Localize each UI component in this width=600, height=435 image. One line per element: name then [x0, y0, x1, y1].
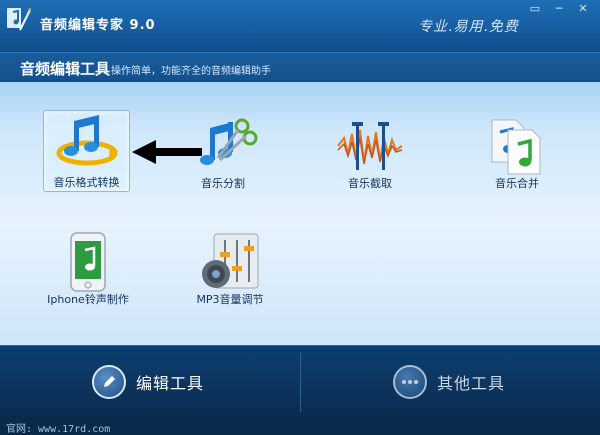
- bottom-nav: 编辑工具 其他工具: [0, 345, 600, 418]
- pencil-icon: [92, 365, 126, 399]
- tool-label: 音乐合并: [495, 177, 539, 190]
- tool-music-trim[interactable]: 音乐截取: [320, 112, 420, 202]
- website-link[interactable]: 官网: www.17rd.com: [6, 420, 110, 435]
- more-dots-icon: [393, 365, 427, 399]
- tool-label: Iphone铃声制作: [47, 293, 129, 306]
- section-title: 音频编辑工具: [20, 60, 111, 78]
- status-bar: 官网: www.17rd.com: [0, 417, 600, 435]
- close-button[interactable]: ✕: [572, 2, 594, 16]
- tool-music-convert[interactable]: 音乐格式转换: [43, 110, 130, 192]
- section-header: 音频编辑工具 操作简单，功能齐全的音频编辑助手: [0, 52, 600, 83]
- tool-label: 音乐截取: [348, 177, 392, 190]
- app-window: 音频编辑专家 9.0 专业.易用.免费 ▭ ─ ✕ 音频编辑工具 操作简单，功能…: [0, 0, 600, 435]
- title-bar: 音频编辑专家 9.0 专业.易用.免费 ▭ ─ ✕: [0, 0, 600, 52]
- music-convert-icon: [54, 113, 120, 173]
- tool-music-split[interactable]: 音乐分割: [173, 112, 273, 202]
- app-logo-icon: [6, 6, 32, 32]
- tool-grid: 音乐格式转换 音乐分割 音乐截取 音乐合并 Iphone铃声制作 MP3音量调节: [0, 82, 600, 345]
- slogan: 专业.易用.免费: [418, 19, 519, 35]
- mp3-volume-icon: [200, 232, 260, 296]
- app-title: 音频编辑专家 9.0: [40, 18, 156, 33]
- divider: [300, 352, 301, 412]
- music-trim-icon: [334, 116, 406, 180]
- tool-mp3-volume[interactable]: MP3音量调节: [180, 228, 280, 318]
- tool-label: MP3音量调节: [196, 293, 264, 306]
- minimize-button[interactable]: ─: [548, 2, 570, 16]
- music-split-icon: [188, 116, 258, 180]
- tool-iphone-ringtone[interactable]: Iphone铃声制作: [38, 228, 138, 318]
- music-merge-icon: [484, 116, 550, 180]
- restore-button[interactable]: ▭: [524, 2, 546, 16]
- tool-music-merge[interactable]: 音乐合并: [467, 112, 567, 202]
- tool-label: 音乐格式转换: [53, 176, 120, 189]
- iphone-ringtone-icon: [68, 232, 108, 296]
- other-tools-button[interactable]: 其他工具: [393, 360, 505, 404]
- section-description: 操作简单，功能齐全的音频编辑助手: [111, 66, 271, 77]
- tool-label: 音乐分割: [201, 177, 245, 190]
- window-controls: ▭ ─ ✕: [524, 2, 594, 16]
- edit-tools-button[interactable]: 编辑工具: [92, 360, 204, 404]
- other-tools-label: 其他工具: [437, 374, 506, 393]
- edit-tools-label: 编辑工具: [136, 374, 205, 393]
